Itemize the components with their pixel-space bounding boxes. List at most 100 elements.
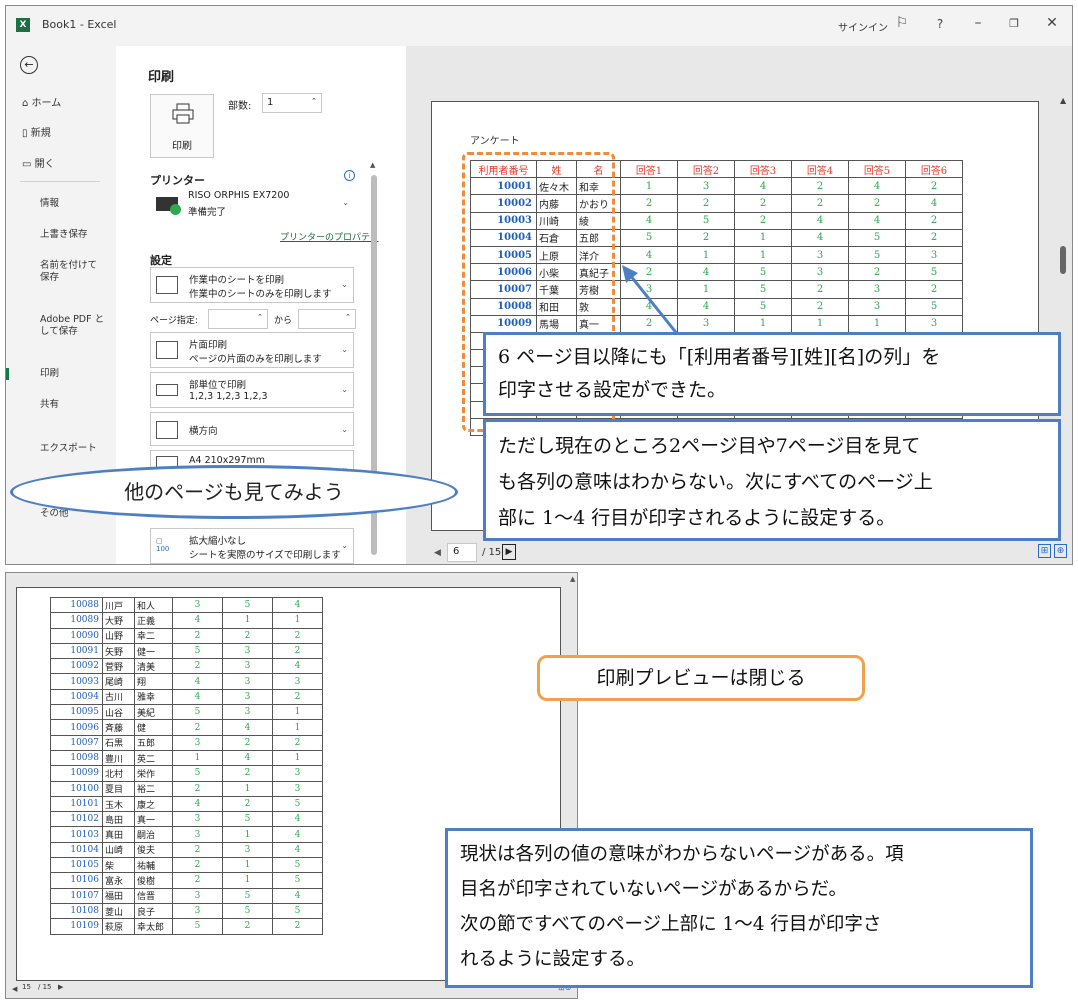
- table-row: 10092 菅野 清美 2 3 4: [50, 658, 323, 675]
- table-cell: 萩原: [102, 918, 135, 935]
- sidebar-item-adobe-pdf[interactable]: Adobe PDF として保存: [6, 314, 110, 338]
- table-cell: 真田: [102, 826, 135, 843]
- page-to-input[interactable]: ⌃: [298, 309, 356, 329]
- page-number-2[interactable]: 15: [22, 983, 31, 991]
- table-cell: 健: [134, 719, 173, 736]
- preview-scroll-up[interactable]: ▲: [1060, 96, 1066, 105]
- orientation-select[interactable]: 横方向 ⌄: [150, 412, 354, 446]
- table-cell: 1: [222, 872, 273, 889]
- table-cell: 5: [222, 811, 273, 828]
- next-page-button[interactable]: ▶: [502, 544, 516, 560]
- table-cell: 3: [848, 297, 906, 316]
- table-row: 10107 福田 信晋 3 5 4: [50, 887, 323, 904]
- sidebar-item-save[interactable]: 上書き保存: [6, 229, 116, 241]
- table-cell: 3: [222, 642, 273, 660]
- page-total: / 15: [482, 547, 502, 558]
- table-cell: 5: [734, 280, 792, 299]
- sidebar-item-print[interactable]: 印刷: [6, 368, 116, 380]
- scroll-up-icon[interactable]: ▲: [570, 575, 575, 583]
- sidebar-item-export[interactable]: エクスポート: [6, 443, 116, 455]
- table-cell: 翔: [134, 673, 173, 690]
- table-cell: 3: [172, 811, 223, 828]
- table-cell: 3: [172, 734, 223, 751]
- table-cell: 山谷: [102, 704, 135, 721]
- sidebar-item-new[interactable]: ▯ 新規: [6, 124, 116, 139]
- table-cell: 2: [172, 719, 223, 736]
- collate-select[interactable]: 部単位で印刷 1,2,3 1,2,3 1,2,3 ⌄: [150, 372, 354, 408]
- table-cell: 俊夫: [134, 841, 173, 859]
- table-cell: 幸太郎: [134, 918, 173, 935]
- home-icon: ⌂: [22, 98, 29, 109]
- table-cell: 2: [272, 918, 323, 935]
- table-cell: 4: [848, 211, 906, 230]
- sidebar-item-info[interactable]: 情報: [6, 198, 116, 210]
- close-icon[interactable]: ✕: [1042, 15, 1062, 31]
- next-page-button-2[interactable]: ▶: [58, 983, 63, 991]
- back-arrow-icon[interactable]: ←: [20, 56, 38, 74]
- landscape-icon: [156, 421, 178, 439]
- table-cell: 福田: [102, 887, 135, 904]
- minimize-icon[interactable]: –: [968, 15, 988, 31]
- scaling-select[interactable]: ▢ 100 拡大縮小なし シートを実際のサイズで印刷します ⌄: [150, 528, 354, 564]
- table-cell: 10096: [50, 719, 103, 736]
- chevron-down-icon: ⌄: [341, 280, 348, 289]
- prev-page-button-2[interactable]: ◀: [12, 985, 17, 993]
- table-cell: 5: [734, 297, 792, 316]
- table-cell: 嗣治: [134, 826, 173, 843]
- show-margins-icon[interactable]: ⊞: [1038, 544, 1051, 558]
- table-cell: 4: [791, 228, 849, 247]
- chevron-down-icon: ⌄: [341, 425, 348, 434]
- pages-to-label: から: [274, 316, 293, 326]
- table-cell: 2: [905, 211, 963, 230]
- chevron-down-icon: ⌄: [341, 345, 348, 354]
- column-header: 回答1: [620, 159, 678, 179]
- restore-icon[interactable]: ❐: [1004, 17, 1024, 30]
- page-from-input[interactable]: ⌃: [208, 309, 268, 329]
- printer-properties-link[interactable]: プリンターのプロパティ: [280, 230, 378, 243]
- help-button[interactable]: ?: [930, 17, 950, 31]
- table-cell: 1: [222, 857, 273, 874]
- table-cell: 3: [905, 314, 963, 333]
- sidebar-item-save-as[interactable]: 名前を付けて保存: [6, 260, 106, 284]
- table-cell: 3: [272, 673, 323, 690]
- table-cell: 5: [677, 211, 735, 230]
- preview-scrollbar-thumb[interactable]: [1060, 246, 1066, 274]
- table-cell: 2: [620, 194, 678, 213]
- table-cell: 5: [272, 872, 323, 889]
- table-cell: 3: [222, 688, 273, 706]
- table-cell: 10089: [50, 612, 103, 629]
- table-cell: 1: [172, 749, 223, 767]
- table-row: 10090 山野 幸二 2 2 2: [50, 627, 323, 644]
- table-cell: 3: [905, 245, 963, 265]
- table-cell: 1: [791, 314, 849, 333]
- info-icon[interactable]: i: [344, 170, 355, 181]
- excel-logo-icon: X: [16, 18, 30, 32]
- table-cell: 柴: [102, 857, 135, 874]
- signin-button[interactable]: サインイン: [838, 19, 888, 34]
- table-cell: 2: [172, 841, 223, 859]
- zoom-to-page-icon[interactable]: ⊕: [1054, 544, 1067, 558]
- print-what-select[interactable]: 作業中のシートを印刷 作業中のシートのみを印刷します ⌄: [150, 267, 354, 303]
- page-number-input[interactable]: 6: [447, 543, 477, 562]
- sides-select[interactable]: 片面印刷 ページの片面のみを印刷します ⌄: [150, 332, 354, 368]
- printer-select[interactable]: RISO ORPHIS EX7200 準備完了 ⌄: [150, 186, 354, 222]
- table-cell: 10104: [50, 841, 103, 859]
- print-button[interactable]: 印刷: [150, 94, 214, 158]
- table-cell: 4: [222, 719, 273, 736]
- table-cell: 真一: [134, 811, 173, 828]
- table-cell: 裕二: [134, 780, 173, 797]
- table-cell: 2: [791, 280, 849, 299]
- table-cell: 斉藤: [102, 719, 135, 736]
- sidebar-item-open[interactable]: ▭ 開く: [6, 155, 116, 170]
- table-cell: 1: [272, 719, 323, 736]
- copies-input[interactable]: 1 ⌃: [262, 93, 322, 113]
- sidebar-item-share[interactable]: 共有: [6, 399, 116, 411]
- table-cell: 2: [172, 780, 223, 797]
- table-cell: 10090: [50, 627, 103, 644]
- table-cell: 菱山: [102, 902, 135, 920]
- table-row: 10095 山谷 美紀 5 3 1: [50, 704, 323, 721]
- sidebar-item-home[interactable]: ⌂ ホーム: [6, 94, 116, 109]
- prev-page-button[interactable]: ◀: [434, 548, 441, 558]
- collab-icon[interactable]: ⚐: [892, 15, 912, 31]
- table-cell: 10092: [50, 658, 103, 675]
